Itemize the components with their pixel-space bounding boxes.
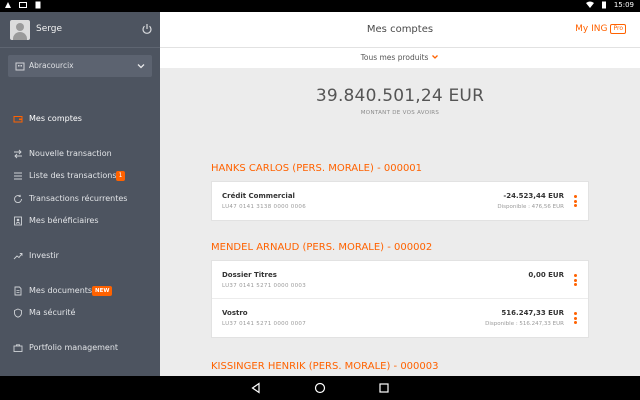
back-icon[interactable] (250, 382, 262, 394)
sidebar-item-liste-des-transactions[interactable]: Liste des transactions 1 (0, 167, 160, 185)
list-icon (14, 172, 22, 180)
account-row[interactable]: Crédit Commercial LU47 0141 3138 0000 00… (212, 182, 588, 220)
sidebar-item-label: Portfolio management (29, 343, 119, 352)
sidebar-item-label: Transactions récurrentes (29, 194, 128, 203)
status-time: 15:09 (613, 1, 634, 9)
briefcase-icon (13, 344, 23, 352)
balance-summary: 39.840.501,24 EUR MONTANT DE VOS AVOIRS (160, 68, 640, 138)
sidebar-item-portfolio-management[interactable]: Portfolio management (0, 339, 160, 357)
account-name: Crédit Commercial (222, 192, 295, 200)
sidebar-item-investir[interactable]: Investir (0, 247, 160, 265)
chevron-down-icon (432, 55, 439, 59)
account-available: Disponible : 516.247,33 EUR (485, 321, 564, 327)
product-filter[interactable]: Tous mes produits (160, 48, 640, 68)
status-bar: 15:09 (0, 0, 640, 12)
new-badge: NEW (92, 286, 113, 296)
sidebar-item-mes-comptes[interactable]: Mes comptes (0, 110, 160, 128)
avatar[interactable] (10, 20, 30, 40)
account-balance: 0,00 EUR (528, 271, 564, 279)
account-card: Dossier Titres LU37 0141 5271 0000 0003 … (211, 260, 589, 338)
system-nav-bar (0, 376, 640, 400)
sidebar-item-nouvelle-transaction[interactable]: Nouvelle transaction (0, 145, 160, 163)
more-options-icon[interactable] (574, 274, 578, 287)
battery-icon (601, 1, 606, 9)
page-title: Mes comptes (366, 24, 434, 35)
account-iban: LU47 0141 3138 0000 0006 (222, 204, 306, 210)
chevron-down-icon (137, 64, 145, 69)
accounts-list: HANKS CARLOS (PERS. MORALE) - 000001 Cré… (160, 138, 640, 376)
sidebar-item-label: Mes bénéficiaires (29, 216, 99, 225)
account-balance: 516.247,33 EUR (501, 309, 564, 317)
account-card: Crédit Commercial LU47 0141 3138 0000 00… (211, 181, 589, 221)
home-icon[interactable] (314, 382, 326, 394)
account-group-title: KISSINGER HENRIK (PERS. MORALE) - 000003 (211, 361, 439, 372)
sidebar-item-label: Liste des transactions (29, 171, 117, 180)
company-name: Abracourcix (29, 61, 74, 70)
screenshot-icon (19, 2, 27, 8)
sidebar-item-label: Nouvelle transaction (29, 149, 112, 158)
transactions-count-badge: 1 (116, 171, 125, 181)
building-icon (15, 62, 25, 71)
account-row[interactable]: Dossier Titres LU37 0141 5271 0000 0003 … (212, 261, 588, 299)
sidebar-item-label: Investir (29, 251, 59, 260)
trend-up-icon (13, 253, 23, 260)
sidebar: Serge Abracourcix Mes comptes Nouvelle t… (0, 12, 160, 376)
transfer-arrows-icon (14, 149, 22, 159)
sidebar-item-ma-securite[interactable]: Ma sécurité (0, 304, 160, 322)
account-iban: LU37 0141 5271 0000 0007 (222, 321, 306, 327)
sd-card-icon (35, 1, 41, 9)
sidebar-item-transactions-recurrentes[interactable]: Transactions récurrentes (0, 190, 160, 208)
recurring-icon (14, 194, 22, 203)
user-row: Serge (0, 12, 160, 48)
company-select[interactable]: Abracourcix (8, 55, 152, 77)
account-group-title: MENDEL ARNAUD (PERS. MORALE) - 000002 (211, 242, 433, 253)
more-options-icon[interactable] (574, 312, 578, 325)
shield-icon (14, 308, 22, 318)
account-available: Disponible : 476,56 EUR (497, 204, 564, 210)
power-icon[interactable] (141, 23, 153, 35)
my-ing-switch[interactable]: My ING Pro (575, 24, 626, 34)
account-name: Vostro (222, 309, 248, 317)
more-options-icon[interactable] (574, 195, 578, 208)
user-name: Serge (36, 24, 63, 34)
account-iban: LU37 0141 5271 0000 0003 (222, 283, 306, 289)
product-filter-label: Tous mes produits (360, 53, 429, 62)
account-group-title: HANKS CARLOS (PERS. MORALE) - 000001 (211, 163, 423, 174)
account-name: Dossier Titres (222, 271, 277, 279)
sidebar-item-label: Mes documents (29, 286, 93, 295)
total-balance: 39.840.501,24 EUR (315, 86, 485, 106)
account-balance: -24.523,44 EUR (503, 192, 564, 200)
document-icon (14, 286, 22, 296)
sidebar-item-mes-beneficiaires[interactable]: Mes bénéficiaires (0, 212, 160, 230)
notification-icon (5, 2, 11, 8)
wifi-icon (585, 1, 594, 8)
account-row[interactable]: Vostro LU37 0141 5271 0000 0007 516.247,… (212, 299, 588, 337)
sidebar-item-mes-documents[interactable]: Mes documents NEW (0, 282, 160, 300)
sidebar-item-label: Ma sécurité (29, 308, 76, 317)
top-bar: Mes comptes My ING Pro (160, 12, 640, 48)
pro-badge: Pro (610, 24, 626, 34)
sidebar-item-label: Mes comptes (29, 114, 82, 123)
wallet-icon (13, 116, 23, 123)
recents-icon[interactable] (378, 382, 390, 394)
total-balance-caption: MONTANT DE VOS AVOIRS (360, 110, 440, 116)
contacts-icon (14, 216, 22, 226)
my-ing-label: My ING (575, 24, 608, 34)
